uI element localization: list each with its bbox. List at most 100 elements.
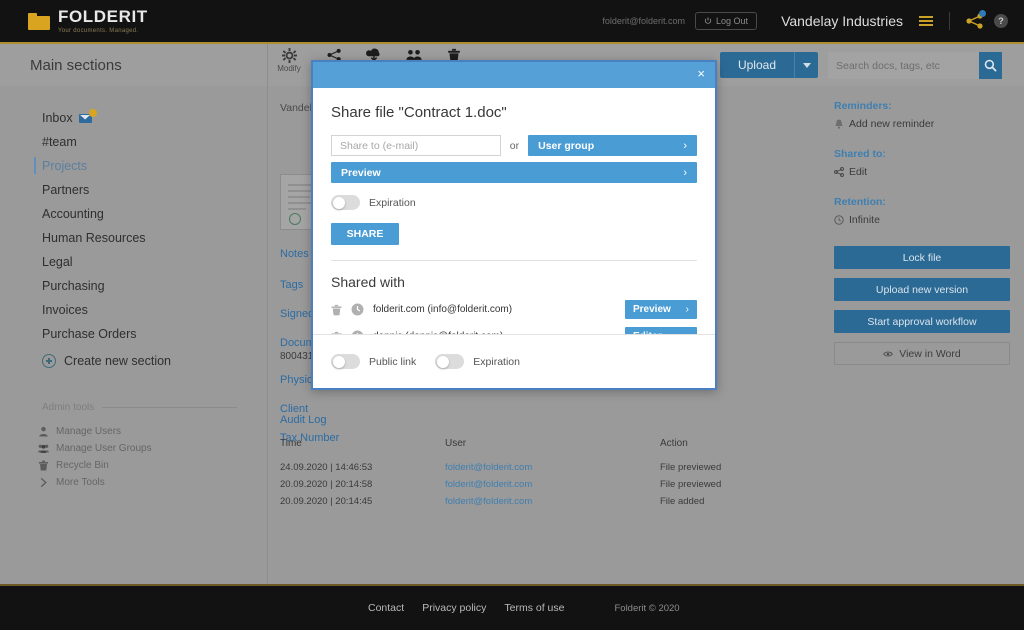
footer-link-terms-of-use[interactable]: Terms of use <box>504 602 564 614</box>
column-header-action: Action <box>660 438 688 449</box>
close-icon[interactable]: × <box>697 67 705 80</box>
share-target-row: or User group › <box>331 135 697 156</box>
zoom-icon[interactable] <box>289 213 301 225</box>
share-icon[interactable] <box>966 10 986 29</box>
sidebar-item-label: Purchase Orders <box>42 327 137 341</box>
upload-dropdown-button[interactable] <box>794 52 818 78</box>
modal-title: Share file "Contract 1.doc" <box>331 104 507 121</box>
upload-new-version-button[interactable]: Upload new version <box>834 278 1010 301</box>
expiration-toggle-row: Expiration <box>331 195 697 210</box>
cell-user[interactable]: folderit@folderit.com <box>445 459 660 476</box>
org-name[interactable]: Vandelay Industries <box>781 13 903 29</box>
sidebar-item-label: #team <box>42 135 77 149</box>
permission-selector[interactable]: Preview › <box>331 162 697 183</box>
view-in-word-button[interactable]: View in Word <box>834 342 1010 365</box>
shared-to-edit-button[interactable]: Edit <box>834 166 1014 178</box>
view-in-word-label: View in Word <box>899 347 961 360</box>
footer-link-privacy-policy[interactable]: Privacy policy <box>422 602 486 614</box>
divider <box>949 12 950 30</box>
share-email-input[interactable] <box>331 135 501 156</box>
admin-item-manage-user-groups[interactable]: Manage User Groups <box>38 440 267 457</box>
retention-value-row[interactable]: Infinite <box>834 214 1014 226</box>
divider <box>102 407 237 408</box>
admin-tools-label: Admin tools <box>42 402 95 413</box>
expiration-toggle[interactable] <box>331 195 360 210</box>
admin-tools-heading: Admin tools <box>42 402 237 413</box>
footer-link-contact[interactable]: Contact <box>368 602 404 614</box>
search-button[interactable] <box>979 52 1002 79</box>
sidebar-item-label: Human Resources <box>42 231 146 245</box>
shared-with-row: folderit.com (info@folderit.com) Preview… <box>331 300 697 319</box>
role-label: Preview <box>633 304 671 315</box>
meta-label-tags[interactable]: Tags <box>280 279 303 291</box>
trash-icon[interactable] <box>331 304 342 316</box>
add-new-reminder-button[interactable]: Add new reminder <box>834 118 1014 130</box>
footer-expiration-toggle[interactable] <box>435 354 465 369</box>
user-group-selector[interactable]: User group › <box>528 135 697 156</box>
sidebar-item-purchase-orders[interactable]: Purchase Orders <box>42 322 267 346</box>
create-new-section-button[interactable]: Create new section <box>42 354 267 368</box>
sidebar-heading: Main sections <box>0 44 267 86</box>
sidebar-item-accounting[interactable]: Accounting <box>42 202 267 226</box>
admin-item-label: More Tools <box>56 477 105 488</box>
sidebar-item-legal[interactable]: Legal <box>42 250 267 274</box>
footer-expiration-label: Expiration <box>473 355 520 368</box>
logout-label: Log Out <box>716 16 749 26</box>
brand-logo[interactable]: FOLDERIT Your documents. Managed. <box>28 8 148 34</box>
modify-button[interactable]: Modify <box>268 46 310 73</box>
retention-title: Retention: <box>834 196 886 208</box>
sidebar-item-label: Legal <box>42 255 73 269</box>
table-row: 24.09.2020 | 14:46:53 folderit@folderit.… <box>280 459 810 476</box>
divider <box>331 260 697 261</box>
footer-copyright: Folderit © 2020 <box>614 602 680 614</box>
power-icon <box>704 17 712 24</box>
hamburger-menu-icon[interactable] <box>919 16 933 26</box>
search-input[interactable] <box>828 52 979 79</box>
app-root: FOLDERIT Your documents. Managed. folder… <box>0 0 1024 630</box>
brand-name: FOLDERIT <box>58 7 148 26</box>
sidebar-item-partners[interactable]: Partners <box>42 178 267 202</box>
shared-with-title: Shared with <box>331 274 405 290</box>
sidebar-item-label: Partners <box>42 183 90 197</box>
meta-label-notes[interactable]: Notes <box>280 248 309 260</box>
sidebar-item-purchasing[interactable]: Purchasing <box>42 274 267 298</box>
admin-item-manage-users[interactable]: Manage Users <box>38 423 267 440</box>
audit-log-table: Time User Action 24.09.2020 | 14:46:53 f… <box>280 438 810 510</box>
start-approval-workflow-button[interactable]: Start approval workflow <box>834 310 1010 333</box>
logout-button[interactable]: Log Out <box>695 12 758 30</box>
role-selector-preview[interactable]: Preview › <box>625 300 697 319</box>
admin-item-recycle-bin[interactable]: Recycle Bin <box>38 457 267 474</box>
folder-icon <box>28 12 50 30</box>
bell-icon <box>835 119 843 129</box>
sidebar-item-inbox[interactable]: Inbox <box>42 106 267 130</box>
sidebar-item-team[interactable]: #team <box>42 130 267 154</box>
search-icon <box>984 59 997 72</box>
admin-item-more-tools[interactable]: More Tools <box>38 474 267 491</box>
cell-time: 20.09.2020 | 20:14:58 <box>280 479 373 490</box>
or-label: or <box>509 139 520 152</box>
retention-value: Infinite <box>849 214 880 226</box>
clock-icon <box>834 215 844 225</box>
top-bar: FOLDERIT Your documents. Managed. folder… <box>0 0 1024 44</box>
sidebar-item-projects[interactable]: Projects <box>34 154 267 178</box>
table-row: 20.09.2020 | 20:14:45 folderit@folderit.… <box>280 493 810 510</box>
cell-user[interactable]: folderit@folderit.com <box>445 476 660 493</box>
upload-button[interactable]: Upload <box>719 52 794 78</box>
meta-label-signed[interactable]: Signed <box>280 308 314 320</box>
sidebar-item-invoices[interactable]: Invoices <box>42 298 267 322</box>
audit-log-section: Audit Log Time User Action 24.09.2020 | … <box>280 414 810 510</box>
shared-to-edit-label: Edit <box>849 166 868 178</box>
public-link-toggle[interactable] <box>331 354 360 369</box>
column-header-time: Time <box>280 438 302 449</box>
clock-icon[interactable] <box>351 303 364 316</box>
eye-icon <box>883 351 894 356</box>
help-icon[interactable]: ? <box>994 14 1008 28</box>
sidebar-item-human-resources[interactable]: Human Resources <box>42 226 267 250</box>
audit-log-title: Audit Log <box>280 414 327 426</box>
lock-file-button[interactable]: Lock file <box>834 246 1010 269</box>
share-button[interactable]: SHARE <box>331 223 399 245</box>
add-new-reminder-label: Add new reminder <box>849 118 935 130</box>
cell-user[interactable]: folderit@folderit.com <box>445 493 660 510</box>
sidebar-item-label: Invoices <box>42 303 88 317</box>
column-header-user: User <box>445 438 467 449</box>
